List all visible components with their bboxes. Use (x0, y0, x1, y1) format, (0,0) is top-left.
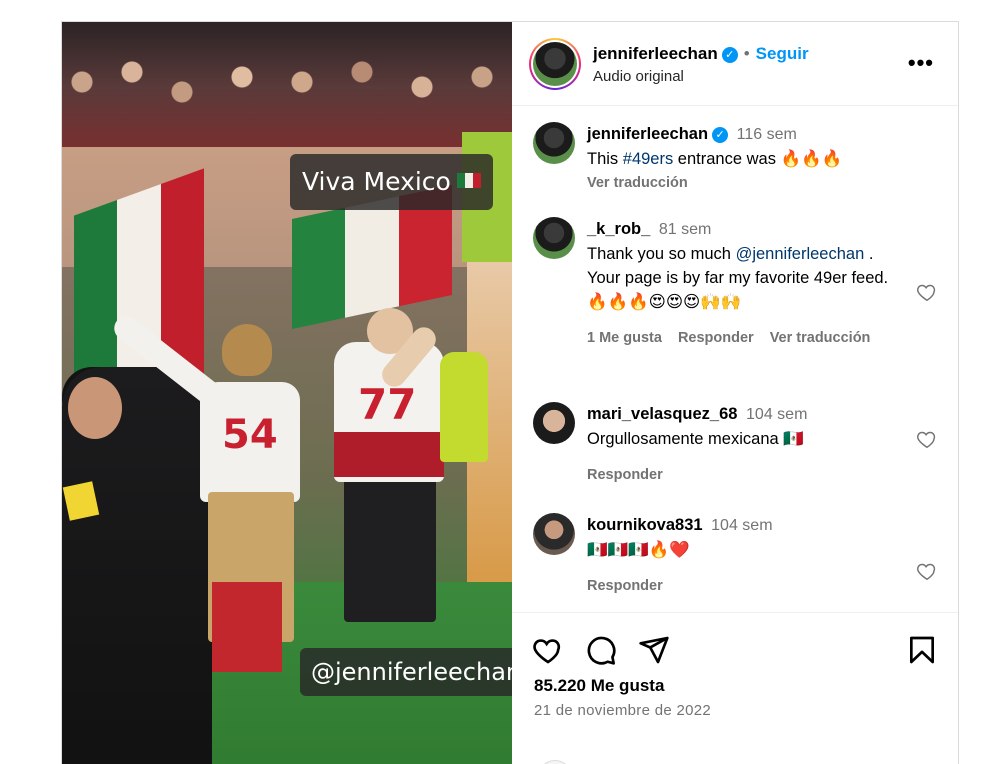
heart-icon[interactable] (916, 281, 938, 303)
watermark-text: @jenniferleechan (311, 658, 512, 686)
comment-item: mari_velasquez_68 104 sem Orgullosamente… (533, 402, 953, 492)
heart-icon[interactable] (916, 428, 938, 450)
comment-text: Thank you so much @jenniferleechan . You… (587, 245, 889, 311)
likes-count[interactable]: 85.220 Me gusta (534, 676, 664, 696)
comment-body: mari_velasquez_68 104 sem Orgullosamente… (587, 402, 907, 487)
comment-time[interactable]: 81 sem (659, 221, 711, 238)
verified-badge-icon: ✓ (712, 127, 729, 143)
video-watermark: @jenniferleechan (300, 648, 512, 696)
more-options-icon[interactable]: ••• (908, 50, 934, 76)
hashtag-link[interactable]: #49ers (623, 150, 673, 168)
comment-icon[interactable] (585, 634, 617, 666)
post-video[interactable]: 54 77 Viva Mexico @jenniferleechan (62, 22, 512, 764)
caption-username[interactable]: jenniferleechan (587, 125, 708, 143)
commenter-avatar[interactable] (533, 402, 575, 444)
follow-button[interactable]: Seguir (756, 44, 809, 63)
stadium-crowd (62, 22, 512, 152)
comment-meta: Responder (587, 463, 907, 487)
comment-text: 🇲🇽🇲🇽🇲🇽🔥❤️ (587, 541, 690, 559)
post-actions-bar (512, 622, 958, 674)
avatar (538, 760, 572, 764)
caption: jenniferleechan ✓ 116 sem This #49ers ent… (533, 122, 953, 192)
comment-meta: Responder (587, 574, 907, 598)
jersey-number-54: 54 (222, 412, 278, 458)
player-77-pants (344, 472, 436, 622)
comment-body: _k_rob_ 81 sem Thank you so much @jennif… (587, 217, 907, 350)
comment-time[interactable]: 104 sem (711, 517, 772, 534)
player-77-shorts (334, 432, 444, 477)
author-username[interactable]: jenniferleechan (593, 44, 718, 63)
jersey-number-77: 77 (358, 380, 417, 429)
woman-face (68, 377, 122, 439)
share-icon[interactable] (638, 634, 670, 666)
comment-username[interactable]: _k_rob_ (587, 220, 650, 238)
comment-text: Orgullosamente mexicana 🇲🇽 (587, 430, 804, 448)
comment-meta: 1 Me gusta Responder Ver traducción (587, 326, 958, 350)
comment-item: kournikova831 104 sem 🇲🇽🇲🇽🇲🇽🔥❤️ Responde… (533, 513, 953, 603)
mention-link[interactable]: @jenniferleechan (736, 245, 865, 263)
post-date[interactable]: 21 de noviembre de 2022 (534, 702, 711, 719)
player-54-socks (212, 582, 282, 672)
staff-green-vest (440, 352, 488, 462)
bookmark-icon[interactable] (906, 634, 938, 666)
comment-likes-count[interactable]: 1 Me gusta (587, 330, 662, 346)
reply-button[interactable]: Responder (587, 467, 663, 483)
reply-button[interactable]: Responder (678, 330, 754, 346)
verified-badge-icon: ✓ (721, 47, 738, 63)
heart-icon[interactable] (916, 560, 938, 582)
reply-button[interactable]: Responder (587, 578, 663, 594)
post-header: jenniferleechan ✓ • Seguir Audio original •… (512, 22, 958, 106)
player-helmet (222, 324, 272, 376)
comment-body: kournikova831 104 sem 🇲🇽🇲🇽🇲🇽🔥❤️ Responde… (587, 513, 907, 598)
like-heart-icon[interactable] (532, 634, 564, 666)
author-story-ring[interactable] (529, 38, 581, 90)
separator-dot: • (743, 44, 750, 63)
video-caption-top: Viva Mexico (290, 154, 493, 210)
comment-item: _k_rob_ 81 sem Thank you so much @jennif… (533, 217, 953, 377)
author-line: jenniferleechan ✓ • Seguir (593, 44, 809, 64)
commenter-avatar[interactable] (533, 513, 575, 555)
player-54-jersey: 54 (200, 382, 300, 502)
mexico-flag-icon (456, 173, 481, 188)
avatar (533, 42, 577, 86)
caption-avatar[interactable] (533, 122, 575, 164)
translate-link[interactable]: Ver traducción (587, 175, 688, 191)
caption-time[interactable]: 116 sem (737, 126, 797, 143)
commenter-avatar[interactable] (533, 217, 575, 259)
video-caption-text: Viva Mexico (302, 167, 451, 196)
post-side-panel: jenniferleechan ✓ • Seguir Audio original •… (512, 22, 958, 764)
post-card: 54 77 Viva Mexico @jenniferleechan jenni… (61, 21, 959, 764)
caption-meta: Ver traducción (587, 171, 907, 195)
comment-username[interactable]: mari_velasquez_68 (587, 405, 737, 423)
audio-link[interactable]: Audio original (593, 68, 684, 85)
translate-link[interactable]: Ver traducción (770, 330, 871, 346)
comment-username[interactable]: kournikova831 (587, 516, 703, 534)
actions-divider (512, 612, 958, 613)
caption-text: This #49ers entrance was 🔥🔥🔥 (587, 150, 843, 168)
caption-body: jenniferleechan ✓ 116 sem This #49ers ent… (587, 122, 907, 195)
comment-time[interactable]: 104 sem (746, 406, 807, 423)
